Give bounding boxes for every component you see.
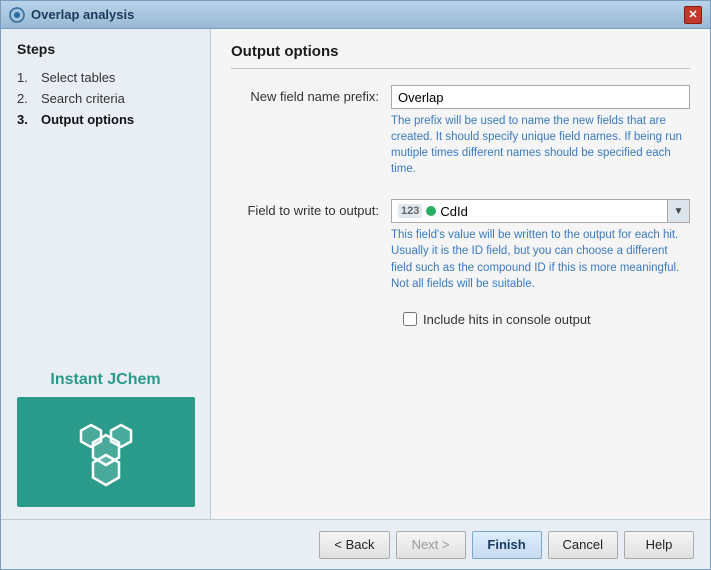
app-icon <box>9 7 25 23</box>
form-spacer <box>231 183 690 199</box>
select-arrow-icon[interactable]: ▼ <box>667 200 689 222</box>
sidebar-title: Steps <box>17 41 194 57</box>
sidebar-step-2: 2. Search criteria <box>17 88 194 109</box>
prefix-control: The prefix will be used to name the new … <box>391 85 690 177</box>
prefix-input[interactable] <box>391 85 690 109</box>
sidebar-step-1: 1. Select tables <box>17 67 194 88</box>
finish-button[interactable]: Finish <box>472 531 542 559</box>
prefix-label: New field name prefix: <box>231 85 391 104</box>
field-value: CdId <box>440 204 467 219</box>
field-select[interactable]: 123 CdId ▼ <box>391 199 690 223</box>
title-bar: Overlap analysis ✕ <box>1 1 710 29</box>
field-hint: This field's value will be written to th… <box>391 227 690 291</box>
window: Overlap analysis ✕ Steps 1. Select table… <box>0 0 711 570</box>
cdid-dot <box>426 206 436 216</box>
hexagon-icon <box>71 417 141 487</box>
step-2-number: 2. <box>17 91 37 106</box>
field-badge: 123 <box>398 204 422 218</box>
field-row: Field to write to output: 123 CdId ▼ Thi… <box>231 199 690 291</box>
help-button[interactable]: Help <box>624 531 694 559</box>
title-bar-left: Overlap analysis <box>9 7 134 23</box>
content-title: Output options <box>231 43 690 69</box>
step-2-label: Search criteria <box>41 91 125 106</box>
sidebar-step-3: 3. Output options <box>17 109 194 130</box>
back-button[interactable]: < Back <box>319 531 389 559</box>
sidebar-bottom: Instant JChem <box>17 371 194 507</box>
next-button[interactable]: Next > <box>396 531 466 559</box>
console-output-checkbox[interactable] <box>403 312 417 326</box>
step-1-number: 1. <box>17 70 37 85</box>
step-3-label: Output options <box>41 112 134 127</box>
field-label: Field to write to output: <box>231 199 391 218</box>
content-panel: Output options New field name prefix: Th… <box>211 29 710 519</box>
field-control: 123 CdId ▼ This field's value will be wr… <box>391 199 690 291</box>
main-content: Steps 1. Select tables 2. Search criteri… <box>1 29 710 519</box>
cancel-button[interactable]: Cancel <box>548 531 618 559</box>
footer: < Back Next > Finish Cancel Help <box>1 519 710 569</box>
prefix-row: New field name prefix: The prefix will b… <box>231 85 690 177</box>
step-3-number: 3. <box>17 112 37 127</box>
checkbox-label: Include hits in console output <box>423 312 591 327</box>
window-title: Overlap analysis <box>31 7 134 22</box>
sidebar-steps: 1. Select tables 2. Search criteria 3. O… <box>17 67 194 130</box>
brand-label: Instant JChem <box>50 371 160 389</box>
sidebar: Steps 1. Select tables 2. Search criteri… <box>1 29 211 519</box>
close-button[interactable]: ✕ <box>684 6 702 24</box>
form-area: New field name prefix: The prefix will b… <box>231 85 690 505</box>
step-1-label: Select tables <box>41 70 115 85</box>
prefix-hint: The prefix will be used to name the new … <box>391 113 690 177</box>
checkbox-row: Include hits in console output <box>403 312 690 327</box>
brand-box <box>17 397 195 507</box>
